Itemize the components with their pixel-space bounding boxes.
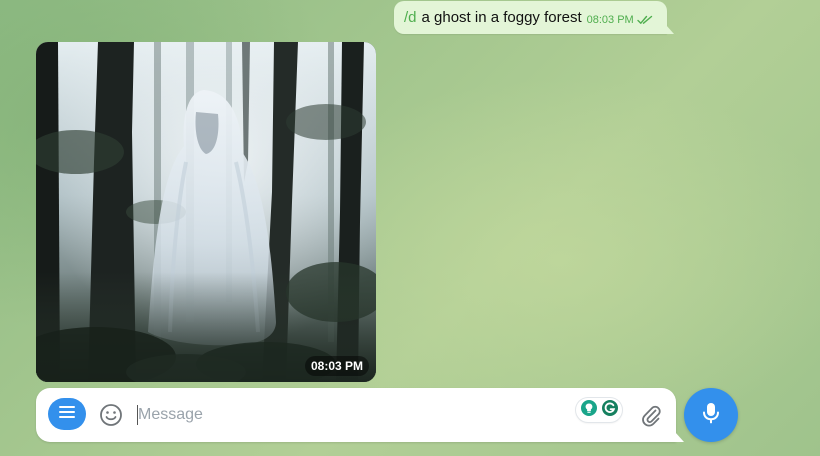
hamburger-menu-icon [59,405,75,423]
message-text: a ghost in a foggy forest [421,9,582,26]
smiley-icon [98,404,124,432]
outgoing-message[interactable]: /d a ghost in a foggy forest 08:03 PM [394,1,674,34]
photo-time: 08:03 PM [304,356,369,376]
emoji-button[interactable] [98,402,124,428]
bot-menu-button[interactable] [48,398,86,430]
photo-message[interactable]: 08:03 PM [36,42,376,382]
attach-button[interactable] [638,402,664,428]
double-check-icon [637,15,653,25]
ghost-forest-image [36,42,376,382]
microphone-icon [700,401,722,430]
record-voice-button[interactable] [684,388,738,442]
message-input[interactable] [138,400,558,430]
bulb-extension-icon[interactable] [580,399,598,422]
grammarly-icon[interactable] [601,399,619,422]
extension-badge[interactable] [576,398,622,422]
paperclip-icon [638,405,664,432]
message-composer [36,388,684,442]
message-time: 08:03 PM [586,14,634,26]
message-command[interactable]: /d [404,9,417,26]
